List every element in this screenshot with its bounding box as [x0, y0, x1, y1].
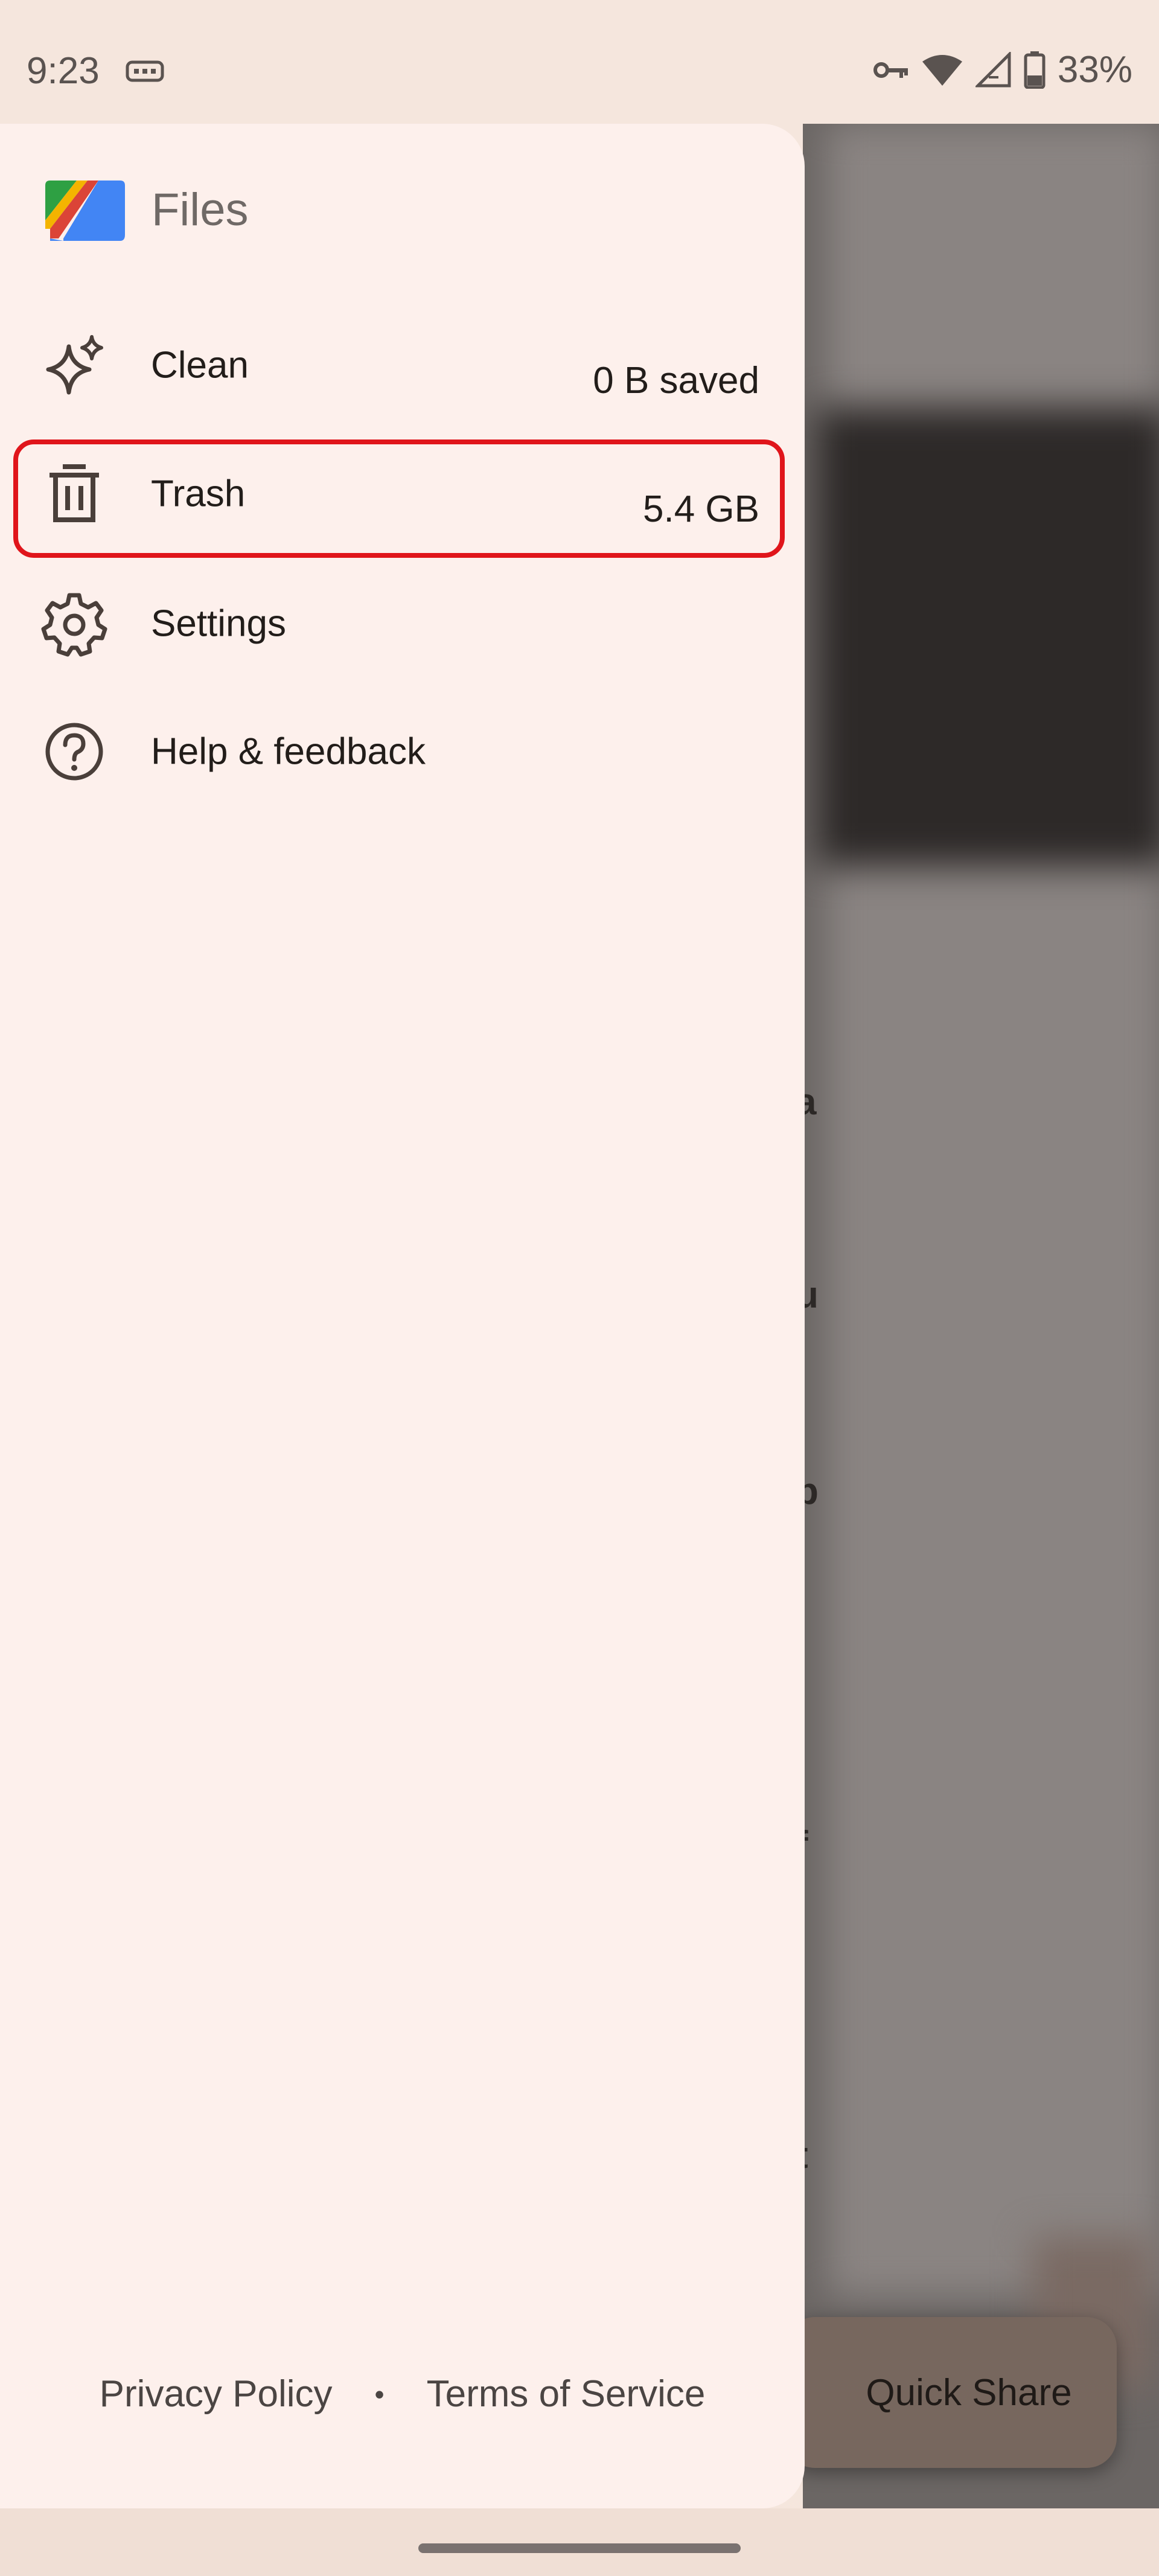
files-logo-icon	[45, 181, 125, 241]
status-bar: 9:23 33%	[0, 0, 1159, 121]
drawer-item-label: Settings	[151, 602, 287, 645]
status-icons: 33%	[873, 48, 1132, 91]
quick-share-button[interactable]: Quick Share	[785, 2317, 1117, 2468]
drawer-item-label: Clean	[151, 344, 249, 386]
settings-highlight-box	[13, 439, 785, 558]
privacy-policy-link[interactable]: Privacy Policy	[100, 2373, 333, 2415]
drawer-footer: Privacy Policy • Terms of Service	[0, 2373, 805, 2415]
wifi-icon	[922, 54, 962, 86]
app-title: Files	[152, 184, 249, 235]
terms-of-service-link[interactable]: Terms of Service	[427, 2373, 706, 2415]
drawer-item-label: Help & feedback	[151, 730, 426, 773]
gesture-handle[interactable]	[418, 2543, 741, 2553]
quick-share-label: Quick Share	[866, 2371, 1072, 2414]
drawer-item-settings[interactable]: Settings	[0, 563, 805, 684]
system-navigation-bar	[0, 2508, 1159, 2576]
keyboard-icon	[126, 60, 164, 82]
help-icon	[45, 723, 103, 781]
battery-percent: 33%	[1057, 49, 1132, 91]
drawer-item-help[interactable]: Help & feedback	[0, 691, 805, 812]
gear-icon	[41, 593, 107, 657]
drawer-header: Files	[45, 178, 248, 241]
status-time: 9:23	[27, 50, 100, 92]
clean-saved-value: 0 B saved	[593, 360, 759, 401]
footer-separator: •	[374, 2378, 385, 2410]
drawer-item-clean[interactable]: Clean 0 B saved	[0, 305, 805, 426]
battery-icon	[1024, 51, 1046, 89]
sparkle-icon	[46, 335, 103, 395]
signal-icon	[975, 51, 1011, 87]
background-app-scrim[interactable]	[803, 124, 1159, 2508]
vpn-key-icon	[873, 62, 908, 78]
